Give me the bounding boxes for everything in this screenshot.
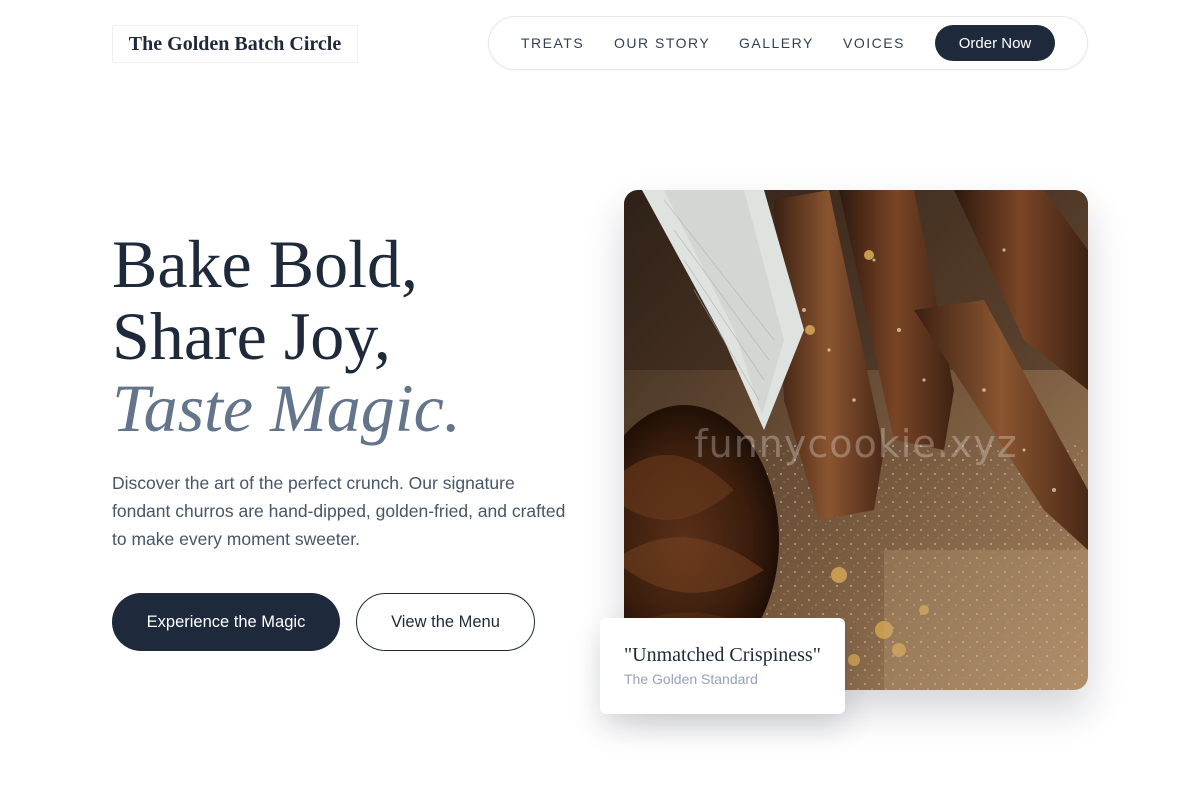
hero-headline: Bake Bold, Share Joy, Taste Magic. [112,228,582,444]
order-now-button[interactable]: Order Now [935,25,1055,61]
experience-magic-button[interactable]: Experience the Magic [112,593,340,651]
testimonial-subtitle: The Golden Standard [624,671,758,687]
watermark-text: funnycookie.xyz [694,422,1018,466]
main-nav: TREATS OUR STORY GALLERY VOICES Order No… [488,16,1088,70]
view-menu-button[interactable]: View the Menu [356,593,535,651]
headline-line-1: Bake Bold, [112,226,418,302]
nav-link-treats[interactable]: TREATS [521,17,584,69]
hero-description: Discover the art of the perfect crunch. … [112,473,566,549]
nav-link-gallery[interactable]: GALLERY [739,17,814,69]
brand-logo-text: The Golden Batch Circle [128,32,342,55]
brand-logo[interactable]: The Golden Batch Circle [112,25,358,63]
testimonial-title: "Unmatched Crispiness" [624,644,821,666]
nav-link-voices[interactable]: VOICES [843,17,905,69]
testimonial-card: "Unmatched Crispiness" The Golden Standa… [600,618,845,714]
nav-link-our-story[interactable]: OUR STORY [614,17,710,69]
headline-line-2: Share Joy, [112,298,391,374]
churros-photo: funnycookie.xyz [624,190,1088,690]
headline-line-3: Taste Magic. [112,370,461,446]
